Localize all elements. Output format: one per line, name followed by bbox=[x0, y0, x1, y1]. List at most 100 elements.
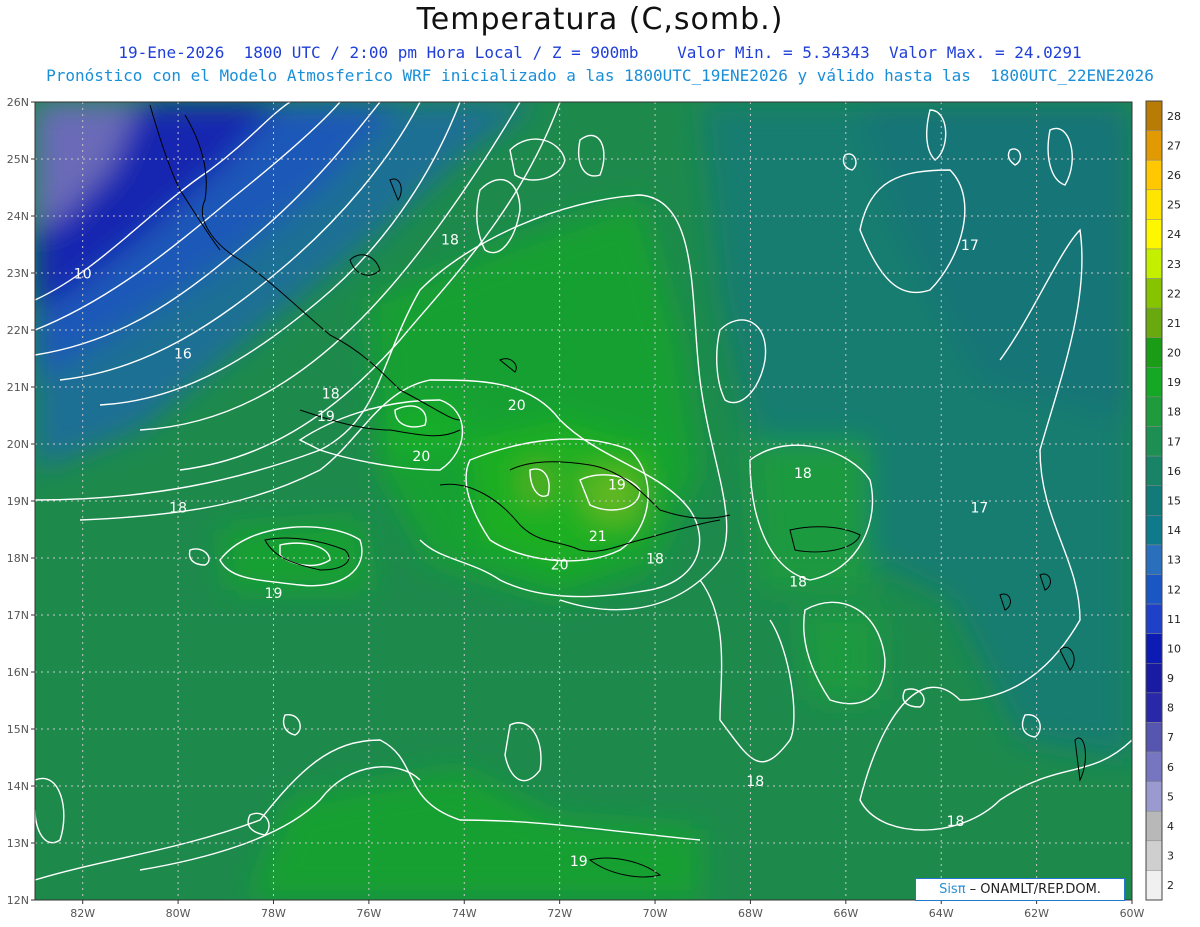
colorbar-label: 13 bbox=[1167, 554, 1181, 567]
lon-label: 70W bbox=[643, 907, 668, 920]
colorbar-label: 19 bbox=[1167, 376, 1181, 389]
colorbar-label: 12 bbox=[1167, 583, 1181, 596]
contour-label: 18 bbox=[646, 552, 664, 568]
colorbar-label: 26 bbox=[1167, 169, 1181, 182]
contour-label: 19 bbox=[317, 409, 335, 425]
colorbar-swatch bbox=[1145, 574, 1163, 605]
lat-label: 23N bbox=[7, 267, 29, 280]
colorbar-label: 25 bbox=[1167, 199, 1181, 212]
lon-label: 74W bbox=[452, 907, 477, 920]
colorbar-swatch bbox=[1145, 692, 1163, 723]
color-scale-bar: 2827262524232221201918171615141312111098… bbox=[1145, 100, 1181, 901]
colorbar-label: 14 bbox=[1167, 524, 1181, 537]
lat-label: 15N bbox=[7, 723, 29, 736]
contour-label: 19 bbox=[608, 478, 626, 494]
colorbar-label: 17 bbox=[1167, 435, 1181, 448]
colorbar-label: 16 bbox=[1167, 465, 1181, 478]
colorbar-swatch bbox=[1145, 100, 1163, 131]
lat-label: 17N bbox=[7, 609, 29, 622]
colorbar-label: 6 bbox=[1167, 761, 1174, 774]
lat-label: 12N bbox=[7, 894, 29, 907]
credit-brand: Sisπ bbox=[939, 882, 966, 897]
colorbar-label: 4 bbox=[1167, 820, 1174, 833]
colorbar-swatch bbox=[1145, 159, 1163, 191]
lat-label: 13N bbox=[7, 837, 29, 850]
colorbar-swatch bbox=[1145, 810, 1163, 842]
lat-label: 24N bbox=[7, 210, 29, 223]
contour-label: 18 bbox=[441, 233, 459, 249]
lon-label: 62W bbox=[1024, 907, 1049, 920]
colorbar-label: 27 bbox=[1167, 139, 1181, 152]
contour-label: 18 bbox=[947, 814, 965, 830]
colorbar-swatch bbox=[1145, 189, 1163, 220]
colorbar-label: 3 bbox=[1167, 850, 1174, 863]
lon-label: 80W bbox=[166, 907, 191, 920]
lat-label: 19N bbox=[7, 495, 29, 508]
colorbar-swatch bbox=[1145, 278, 1163, 309]
lat-label: 18N bbox=[7, 552, 29, 565]
colorbar-label: 11 bbox=[1167, 613, 1181, 626]
colorbar-swatch bbox=[1145, 455, 1163, 486]
colorbar-swatch bbox=[1145, 544, 1163, 575]
colorbar-swatch bbox=[1145, 603, 1163, 634]
contour-label: 17 bbox=[961, 238, 979, 254]
colorbar-swatch bbox=[1145, 781, 1163, 812]
contour-label: 19 bbox=[570, 854, 588, 870]
contour-label: 16 bbox=[174, 347, 192, 363]
colorbar-swatch bbox=[1145, 337, 1163, 368]
colorbar-swatch bbox=[1145, 130, 1163, 161]
longitude-labels: 82W 80W 78W 76W 74W 72W 70W 68W 66W 64W 62W 60W bbox=[70, 900, 1145, 920]
lon-label: 82W bbox=[70, 907, 95, 920]
lat-label: 16N bbox=[7, 666, 29, 679]
latitude-labels: 26N 25N 24N 23N 22N 21N 20N 19N 18N 17N 16N 15N 14N 1… bbox=[7, 96, 35, 907]
contour-label: 21 bbox=[589, 529, 607, 545]
contour-label: 20 bbox=[412, 449, 430, 465]
contour-label: 19 bbox=[265, 586, 283, 602]
lat-label: 21N bbox=[7, 381, 29, 394]
lat-label: 14N bbox=[7, 780, 29, 793]
colorbar-label: 22 bbox=[1167, 287, 1181, 300]
colorbar-label: 20 bbox=[1167, 347, 1181, 360]
colorbar-label: 2 bbox=[1167, 879, 1174, 892]
contour-label: 18 bbox=[169, 500, 187, 516]
colorbar-swatch bbox=[1145, 426, 1163, 457]
colorbar-label: 21 bbox=[1167, 317, 1181, 330]
colorbar-label: 28 bbox=[1167, 110, 1181, 123]
colorbar-swatch bbox=[1145, 663, 1163, 694]
colorbar-label: 9 bbox=[1167, 672, 1174, 685]
lat-label: 26N bbox=[7, 96, 29, 109]
contour-label: 18 bbox=[794, 466, 812, 482]
credit-text: – ONAMLT/REP.DOM. bbox=[969, 882, 1101, 897]
colorbar-swatch bbox=[1145, 367, 1163, 398]
colorbar-swatch bbox=[1145, 485, 1163, 516]
colorbar-label: 8 bbox=[1167, 702, 1174, 715]
lat-label: 22N bbox=[7, 324, 29, 337]
colorbar-swatch bbox=[1145, 870, 1163, 901]
lon-label: 60W bbox=[1120, 907, 1145, 920]
colorbar-swatch bbox=[1145, 722, 1163, 753]
colorbar-swatch bbox=[1145, 633, 1163, 664]
lon-label: 72W bbox=[547, 907, 572, 920]
contour-label: 20 bbox=[551, 557, 569, 573]
lon-label: 64W bbox=[929, 907, 954, 920]
colorbar-swatch bbox=[1145, 751, 1163, 782]
lon-label: 66W bbox=[833, 907, 858, 920]
contour-label: 10 bbox=[74, 267, 92, 283]
colorbar-swatch bbox=[1145, 219, 1163, 250]
contour-label: 18 bbox=[746, 774, 764, 790]
contour-label: 18 bbox=[789, 575, 807, 591]
colorbar-label: 23 bbox=[1167, 258, 1181, 271]
colorbar-swatch bbox=[1145, 840, 1163, 871]
colorbar-label: 7 bbox=[1167, 731, 1174, 744]
colorbar-swatch bbox=[1145, 307, 1163, 338]
lon-label: 76W bbox=[356, 907, 381, 920]
colorbar-swatch bbox=[1145, 515, 1163, 546]
lon-label: 68W bbox=[738, 907, 763, 920]
colorbar-label: 24 bbox=[1167, 228, 1181, 241]
lon-label: 78W bbox=[261, 907, 286, 920]
lat-label: 25N bbox=[7, 153, 29, 166]
lat-label: 20N bbox=[7, 438, 29, 451]
contour-label: 20 bbox=[508, 398, 526, 414]
contour-label: 17 bbox=[970, 500, 988, 516]
colorbar-label: 15 bbox=[1167, 495, 1181, 508]
